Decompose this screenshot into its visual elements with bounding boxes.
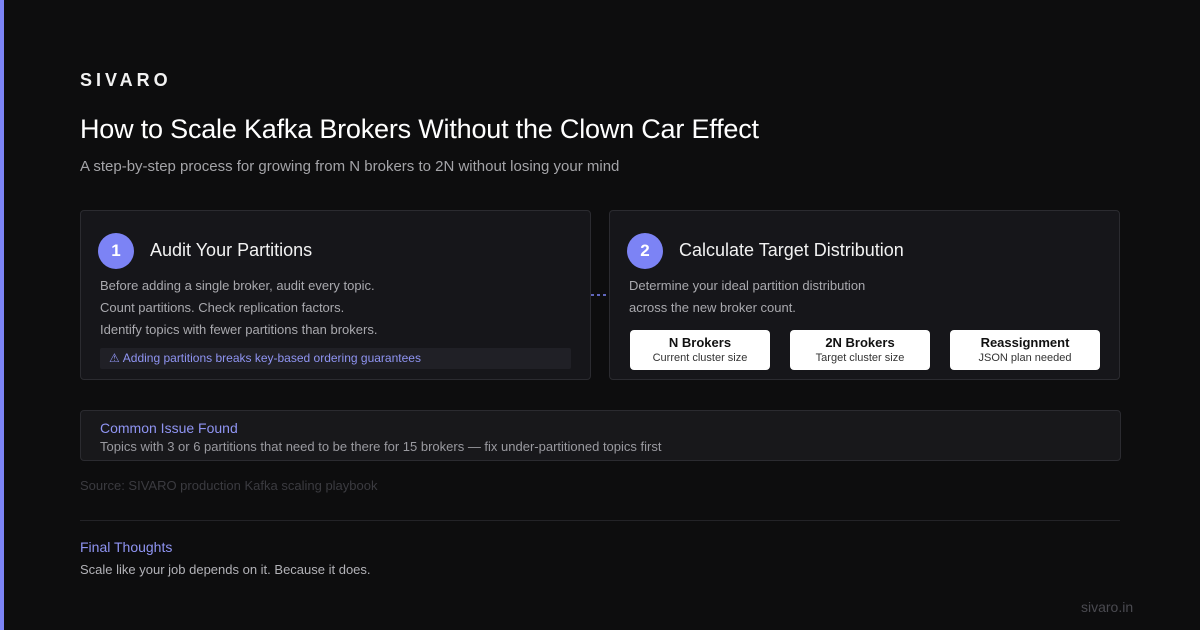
final-thoughts-title: Final Thoughts [80, 539, 173, 555]
warning-icon: ⚠ [109, 351, 120, 365]
footer-url: sivaro.in [1081, 599, 1134, 615]
pill-subtitle: Current cluster size [652, 352, 748, 364]
pill-title: Reassignment [980, 335, 1070, 350]
step-description: Before adding a single broker, audit eve… [100, 275, 377, 341]
brand-logo: SIVARO [80, 70, 172, 90]
step-title: Calculate Target Distribution [679, 240, 904, 260]
step-description-line: Identify topics with fewer partitions th… [100, 322, 378, 337]
pill-title: 2N Brokers [825, 335, 895, 350]
pill-title: N Brokers [668, 335, 732, 350]
page-title: How to Scale Kafka Brokers Without the C… [80, 114, 759, 144]
accent-bar [0, 0, 4, 630]
divider [80, 520, 1120, 521]
pill-subtitle: Target cluster size [815, 352, 905, 364]
2n-brokers-pill: 2N Brokers Target cluster size [790, 330, 930, 370]
step-card-audit: 1 Audit Your Partitions Before adding a … [80, 210, 591, 380]
step-description-line: Before adding a single broker, audit eve… [100, 278, 375, 293]
issue-title: Common Issue Found [100, 420, 238, 436]
reassignment-pill: Reassignment JSON plan needed [950, 330, 1100, 370]
n-brokers-pill: N Brokers Current cluster size [630, 330, 770, 370]
step-number-badge: 2 [627, 233, 663, 269]
page-subtitle: A step-by-step process for growing from … [80, 158, 620, 175]
warning-callout: ⚠ Adding partitions breaks key-based orde… [100, 348, 571, 369]
final-thoughts-text: Scale like your job depends on it. Becau… [80, 562, 371, 577]
step-description: Determine your ideal partition distribut… [629, 275, 865, 319]
common-issue-callout: Common Issue Found Topics with 3 or 6 pa… [80, 410, 1121, 461]
step-description-line: Count partitions. Check replication fact… [100, 300, 345, 315]
warning-text: Adding partitions breaks key-based order… [122, 351, 421, 365]
source-note: Source: SIVARO production Kafka scaling … [80, 478, 378, 493]
step-number-badge: 1 [98, 233, 134, 269]
step-title: Audit Your Partitions [150, 240, 313, 260]
pill-subtitle: JSON plan needed [978, 352, 1072, 364]
step-description-line: Determine your ideal partition distribut… [629, 278, 866, 293]
step-description-line: across the new broker count. [629, 300, 796, 315]
step-card-distribution: 2 Calculate Target Distribution Determin… [609, 210, 1120, 380]
issue-text: Topics with 3 or 6 partitions that need … [100, 439, 662, 454]
